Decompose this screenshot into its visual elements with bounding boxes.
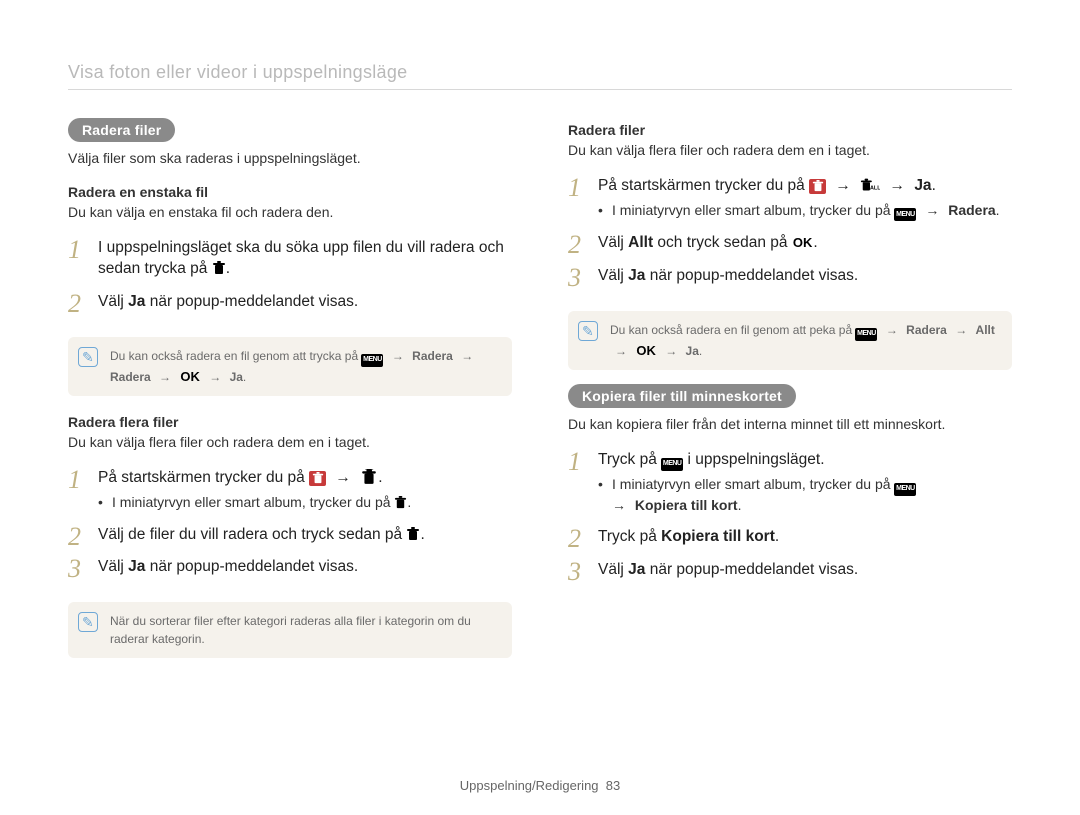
steps-copy: Tryck på MENU i uppspelningsläget. I min…	[568, 450, 1012, 593]
sub-bullet: I miniatyrvyn eller smart album, trycker…	[98, 493, 512, 513]
menu-icon: MENU	[894, 208, 916, 221]
trash-red-icon	[809, 179, 826, 194]
subintro-delete-multi: Du kan välja flera filer och radera dem …	[68, 434, 512, 450]
sub-bullet: I miniatyrvyn eller smart album, trycker…	[598, 201, 1012, 221]
step-2: Välj Allt och tryck sedan på OK.	[568, 233, 1012, 254]
svg-text:ALL: ALL	[870, 186, 880, 192]
two-column-layout: Radera filer Välja filer som ska raderas…	[68, 118, 1012, 672]
trash-red-icon	[309, 471, 326, 486]
section-pill-delete-files: Radera filer	[68, 118, 175, 142]
section-intro-copy: Du kan kopiera filer från det interna mi…	[568, 416, 1012, 432]
subhead-delete-files-r: Radera filer	[568, 122, 1012, 138]
step-3: Välj Ja när popup-meddelandet visas.	[68, 557, 512, 578]
page-title: Visa foton eller videor i uppspelningslä…	[68, 62, 1012, 90]
step-3: Välj Ja när popup-meddelandet visas.	[568, 266, 1012, 287]
ok-icon: OK	[179, 367, 201, 387]
ok-icon: OK	[792, 234, 814, 252]
manual-page: Visa foton eller videor i uppspelningslä…	[0, 0, 1080, 815]
note-box: När du sorterar filer efter kategori rad…	[68, 602, 512, 658]
note-box: Du kan också radera en fil genom att pek…	[568, 311, 1012, 370]
trash-icon	[212, 261, 226, 275]
left-column: Radera filer Välja filer som ska raderas…	[68, 118, 512, 672]
subintro-delete-single: Du kan välja en enstaka fil och radera d…	[68, 204, 512, 220]
subhead-delete-single: Radera en enstaka fil	[68, 184, 512, 200]
menu-icon: MENU	[894, 483, 916, 496]
step-2: Tryck på Kopiera till kort.	[568, 527, 1012, 548]
menu-icon: MENU	[855, 328, 877, 341]
steps-delete-multi: På startskärmen trycker du på → . I mini…	[68, 468, 512, 590]
trash-multi-icon	[360, 469, 378, 485]
step-1: På startskärmen trycker du på → . I mini…	[68, 468, 512, 513]
section-pill-copy: Kopiera filer till minneskortet	[568, 384, 796, 408]
step-1: På startskärmen trycker du på → ALL → Ja…	[568, 176, 1012, 221]
footer-page: 83	[606, 778, 620, 793]
trash-all-icon: ALL	[860, 177, 880, 193]
sub-bullet: I miniatyrvyn eller smart album, trycker…	[598, 475, 1012, 515]
subhead-delete-multi: Radera flera filer	[68, 414, 512, 430]
footer-section: Uppspelning/Redigering	[460, 778, 599, 793]
steps-delete-single: I uppspelningsläget ska du söka upp file…	[68, 238, 512, 325]
subintro-delete-files-r: Du kan välja flera filer och radera dem …	[568, 142, 1012, 158]
menu-icon: MENU	[661, 458, 683, 471]
step-3: Välj Ja när popup-meddelandet visas.	[568, 560, 1012, 581]
ok-icon: OK	[635, 341, 657, 361]
step-1: Tryck på MENU i uppspelningsläget. I min…	[568, 450, 1012, 515]
menu-icon: MENU	[361, 354, 383, 367]
footer: Uppspelning/Redigering 83	[0, 778, 1080, 793]
steps-delete-all: På startskärmen trycker du på → ALL → Ja…	[568, 176, 1012, 299]
trash-icon	[394, 496, 407, 509]
trash-icon	[406, 527, 420, 541]
step-2: Välj Ja när popup-meddelandet visas.	[68, 292, 512, 313]
step-2: Välj de filer du vill radera och tryck s…	[68, 525, 512, 546]
note-box: Du kan också radera en fil genom att try…	[68, 337, 512, 396]
right-column: Radera filer Du kan välja flera filer oc…	[568, 118, 1012, 672]
section-intro: Välja filer som ska raderas i uppspelnin…	[68, 150, 512, 166]
step-1: I uppspelningsläget ska du söka upp file…	[68, 238, 512, 280]
